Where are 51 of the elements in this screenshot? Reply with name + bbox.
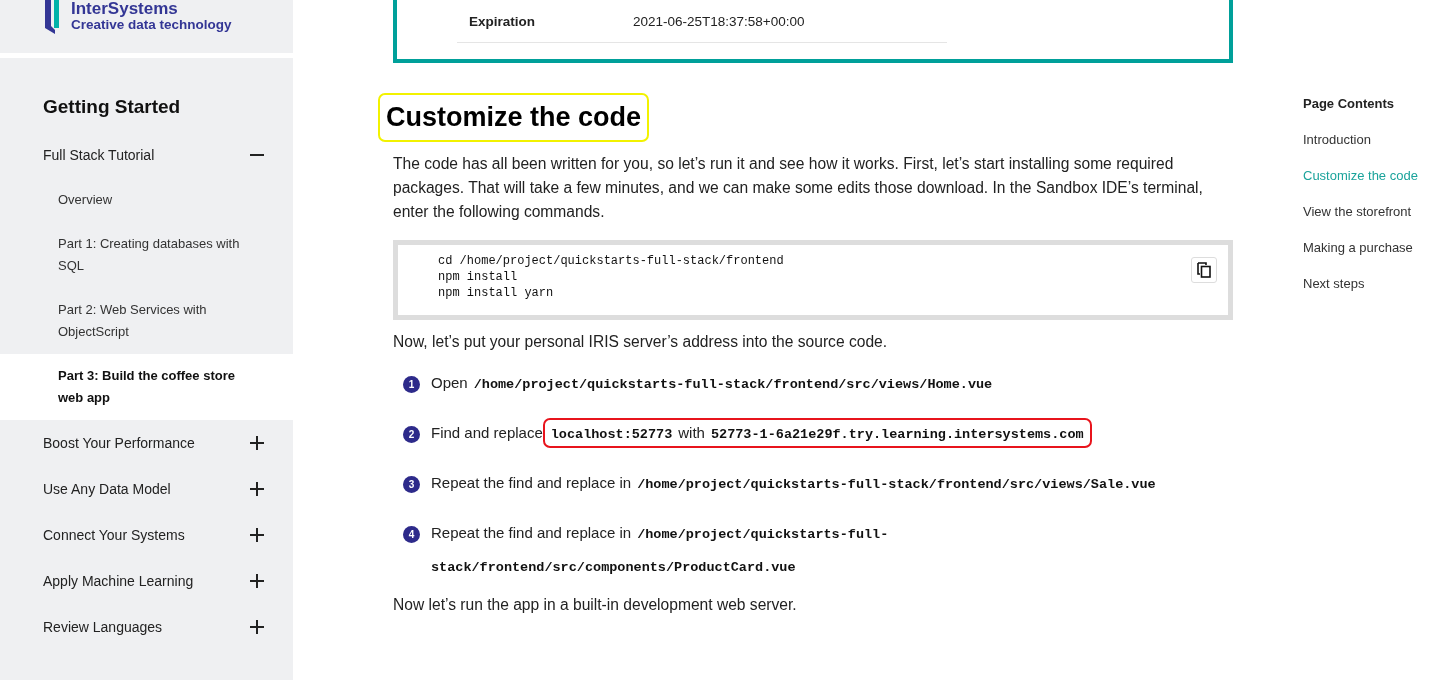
copy-icon [1197,262,1211,278]
section-label: Use Any Data Model [43,481,171,497]
copy-button[interactable] [1191,257,1217,283]
code-line: npm install [438,269,519,285]
sidebar-item[interactable]: Part 2: Web Services with ObjectScript [0,288,293,354]
logo-tagline: Creative data technology [71,17,232,33]
paragraph: Now let’s run the app in a built-in development web server. [393,595,798,615]
info-label: Expiration [468,13,536,29]
sidebar-section[interactable]: Boost Your Performance [0,420,293,466]
section-heading: Customize the code [378,93,650,142]
step-text: Repeat the find and replace in /home/project/quickstarts-full-stack/frontend/src/components/ProductCard.vue [431,523,890,577]
step-number: 3 [403,476,420,493]
sidebar-section[interactable]: Use Any Data Model [0,466,293,512]
plus-icon [250,436,264,450]
section-label: Review Languages [43,619,163,635]
step-text: Find and replace [431,424,543,441]
step-number: 2 [403,426,420,443]
sidebar-section[interactable]: Apply Machine Learning [0,558,293,604]
inline-code: 52773-1-6a21e29f.try.learning.intersystems.com [710,427,1084,442]
sidebar-item[interactable]: Overview [0,178,293,222]
toc-link[interactable]: Next steps [1303,276,1418,312]
section-label: Boost Your Performance [43,435,195,451]
sidebar-section[interactable]: Review Languages [0,604,293,650]
step-text: with [678,424,705,441]
toc-link[interactable]: Making a purchase [1303,240,1418,276]
plus-icon [250,574,264,588]
sidebar-item[interactable]: Part 3: Build the coffee store web app [0,354,293,420]
step-text: Open /home/project/quickstarts-full-stack/frontend/src/views/Home.vue [431,373,994,394]
inline-code: localhost:52773 [550,427,673,442]
step-number: 1 [403,376,420,393]
step-number: 4 [403,526,420,543]
section-label: Connect Your Systems [43,527,185,543]
toc-link[interactable]: Introduction [1303,132,1418,168]
paragraph: Now, let’s put your personal IRIS server’s address into the source code. [393,332,889,352]
plus-icon [250,620,264,634]
logo-wordmark: InterSystems [71,0,179,17]
code-line: cd /home/project/quickstarts-full-stack/frontend [438,253,784,269]
code-line: npm install yarn [438,285,555,301]
paragraph: The code has all been written for you, so let’s run it and see how it works. First, let’s start installing some required packages. That will take a few minutes, and we can make some edits those download. In the Sandbox IDE’s terminal, enter the following commands. [393,154,1204,222]
plus-icon [250,482,264,496]
toc-title: Page Contents [1303,96,1395,113]
step-text: Repeat the find and replace in /home/project/quickstarts-full-stack/frontend/src/views/Sale.vue [431,473,1157,494]
section-label: Apply Machine Learning [43,573,194,589]
sidebar-section[interactable]: Full Stack Tutorial [0,132,293,178]
sidebar-section[interactable]: Connect Your Systems [0,512,293,558]
section-label: Full Stack Tutorial [43,147,155,163]
toc-link[interactable]: View the storefront [1303,204,1418,240]
plus-icon [250,528,264,542]
sidebar-item[interactable]: Part 1: Creating databases with SQL [0,222,293,288]
info-value: 2021-06-25T18:37:58+00:00 [633,13,805,29]
sidebar-title: Getting Started [42,96,182,118]
